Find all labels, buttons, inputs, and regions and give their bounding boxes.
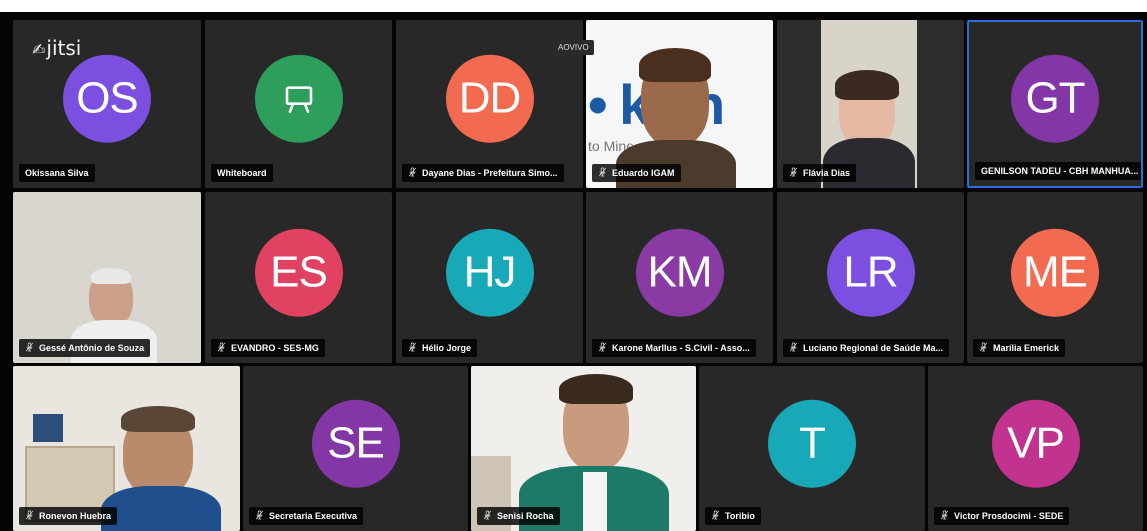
participant-tile[interactable]: Flávia Dias <box>777 20 964 188</box>
participant-name-label: Senisi Rocha <box>477 507 560 525</box>
participant-name: Secretaria Executiva <box>269 511 358 521</box>
participant-avatar: LR <box>826 228 915 317</box>
participant-name: Senisi Rocha <box>497 511 554 521</box>
participant-name-label: Secretaria Executiva <box>249 507 364 525</box>
participant-name: EVANDRO - SES-MG <box>231 343 319 353</box>
mic-muted-icon <box>408 167 422 178</box>
participant-name-label: Luciano Regional de Saúde Ma... <box>783 339 950 357</box>
mic-muted-icon <box>598 342 612 353</box>
participant-avatar: ES <box>254 228 343 317</box>
participant-name-label: Okissana Silva <box>19 164 95 182</box>
participant-name: Okissana Silva <box>25 168 89 178</box>
participant-tile[interactable]: T Toribio <box>699 366 925 531</box>
participant-name-label: Dayane Dias - Prefeitura Simo... <box>402 164 564 182</box>
participant-name-label: EVANDRO - SES-MG <box>211 339 325 357</box>
participant-tile[interactable]: GT GENILSON TADEU - CBH MANHUA... <box>967 20 1143 188</box>
video-grid: VP Victor Prosdocimi - SEDE T Toribio Senis… <box>0 12 1147 531</box>
mic-muted-icon <box>255 510 269 521</box>
participant-name: Karone Marllus - S.Civil - Asso... <box>612 343 750 353</box>
participant-name: Marília Emerick <box>993 343 1060 353</box>
participant-tile[interactable]: HJ Hélio Jorge <box>396 192 583 363</box>
participant-name: Flávia Dias <box>803 168 851 178</box>
mic-muted-icon <box>789 342 803 353</box>
mic-muted-icon <box>979 342 993 353</box>
video-feed: • k an to Mine estão das <box>586 20 773 188</box>
participant-tile[interactable]: Gessé Antônio de Souza <box>13 192 201 363</box>
participant-tile[interactable]: Whiteboard <box>205 20 392 188</box>
mic-muted-icon <box>25 510 39 521</box>
participant-avatar: SE <box>311 399 400 488</box>
participant-name: Luciano Regional de Saúde Ma... <box>803 343 944 353</box>
participant-name: Victor Prosdocimi - SEDE <box>954 511 1064 521</box>
participant-name: Eduardo IGAM <box>612 168 675 178</box>
participant-name: Gessé Antônio de Souza <box>39 343 145 353</box>
participant-avatar: GT <box>1011 54 1099 143</box>
participant-name-label: Marília Emerick <box>973 339 1066 357</box>
participant-avatar: OS <box>63 54 151 143</box>
participant-avatar: ME <box>1011 228 1099 317</box>
participant-tile[interactable]: VP Victor Prosdocimi - SEDE <box>928 366 1143 531</box>
participant-tile[interactable]: • k an to Mine estão das Eduardo IGAM <box>586 20 773 188</box>
participant-avatar: VP <box>991 399 1080 488</box>
video-feed <box>13 192 201 363</box>
participant-tile[interactable]: Ronevon Huebra <box>13 366 240 531</box>
participant-avatar: HJ <box>445 228 534 317</box>
participant-tile[interactable]: SE Secretaria Executiva <box>243 366 468 531</box>
participant-name: GENILSON TADEU - CBH MANHUA... <box>981 166 1139 176</box>
mic-muted-icon <box>940 510 954 521</box>
jitsi-logo: ✍jitsi <box>32 36 81 60</box>
participant-name-label: Ronevon Huebra <box>19 507 118 525</box>
participant-tile[interactable]: Senisi Rocha <box>471 366 696 531</box>
participant-name: Whiteboard <box>217 168 267 178</box>
participant-name: Hélio Jorge <box>422 343 472 353</box>
participant-avatar: DD <box>445 54 534 143</box>
participant-tile[interactable]: LR Luciano Regional de Saúde Ma... <box>777 192 964 363</box>
video-feed <box>777 20 964 188</box>
jitsi-logo-text: jitsi <box>46 36 82 60</box>
participant-name-label: Victor Prosdocimi - SEDE <box>934 507 1070 525</box>
participant-name-label: Karone Marllus - S.Civil - Asso... <box>592 339 756 357</box>
participant-tile[interactable]: KM Karone Marllus - S.Civil - Asso... <box>586 192 773 363</box>
participant-avatar: T <box>768 399 856 488</box>
mic-muted-icon <box>711 510 725 521</box>
whiteboard-icon <box>285 86 312 114</box>
mic-muted-icon <box>217 342 231 353</box>
participant-avatar: KM <box>635 228 724 317</box>
mic-muted-icon <box>789 167 803 178</box>
participant-name: Dayane Dias - Prefeitura Simo... <box>422 168 558 178</box>
participant-name-label: Eduardo IGAM <box>592 164 681 182</box>
jitsi-logo-icon: ✍ <box>32 40 46 59</box>
participant-tile[interactable]: ME Marília Emerick <box>967 192 1143 363</box>
mic-muted-icon <box>483 510 497 521</box>
participant-name-label: Hélio Jorge <box>402 339 478 357</box>
participant-name: Ronevon Huebra <box>39 511 112 521</box>
participant-name-label: Flávia Dias <box>783 164 857 182</box>
mic-muted-icon <box>408 342 422 353</box>
participant-name: Toribio <box>725 511 755 521</box>
participant-name-label: Toribio <box>705 507 761 525</box>
participant-name-label: GENILSON TADEU - CBH MANHUA... <box>975 162 1141 180</box>
mic-muted-icon <box>598 167 612 178</box>
participant-name-label: Gessé Antônio de Souza <box>19 339 151 357</box>
whiteboard-avatar <box>254 54 343 143</box>
participant-tile[interactable]: ES EVANDRO - SES-MG <box>205 192 392 363</box>
participant-name-label: Whiteboard <box>211 164 273 182</box>
live-badge: AOVIVO <box>553 40 594 55</box>
mic-muted-icon <box>25 342 39 353</box>
